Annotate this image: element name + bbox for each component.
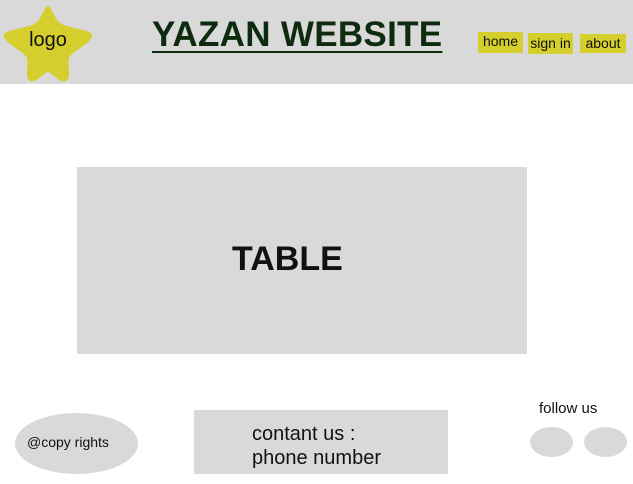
follow-us-label: follow us — [539, 400, 598, 417]
table-label: TABLE — [232, 240, 343, 278]
site-title: YAZAN WEBSITE — [152, 15, 443, 54]
logo-label: logo — [29, 29, 67, 51]
nav-sign-in-button[interactable]: sign in — [528, 33, 573, 54]
nav-home-button[interactable]: home — [478, 32, 523, 53]
copyright-badge: @copy rights — [15, 413, 138, 474]
nav-about-button[interactable]: about — [580, 34, 626, 53]
header: logo YAZAN WEBSITE home sign in about — [0, 0, 633, 84]
contact-phone: phone number — [252, 447, 381, 469]
social-link-2-icon[interactable] — [584, 427, 627, 457]
table-placeholder: TABLE — [77, 167, 527, 354]
social-link-1-icon[interactable] — [530, 427, 573, 457]
contact-heading: contant us : — [252, 423, 356, 445]
contact-box: contant us : phone number — [194, 410, 448, 474]
copyright-text: @copy rights — [27, 434, 109, 450]
